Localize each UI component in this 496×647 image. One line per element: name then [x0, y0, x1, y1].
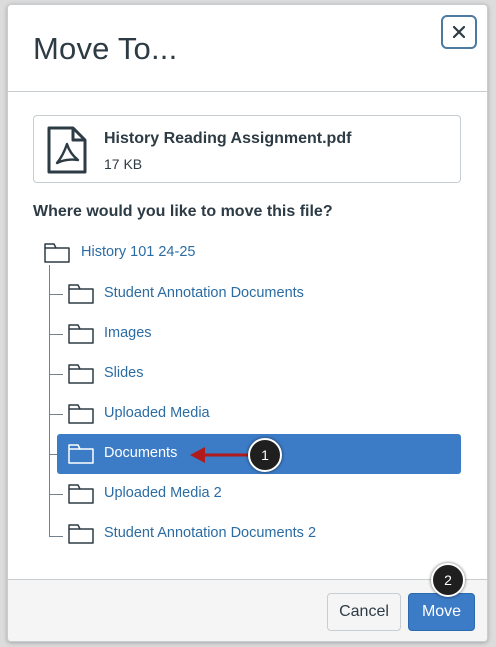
folder-icon [68, 324, 94, 344]
folder-icon [68, 444, 94, 464]
file-size: 17 KB [104, 156, 143, 172]
folder-root[interactable]: History 101 24-25 [36, 233, 456, 273]
tree-connector-line [49, 265, 50, 537]
folder-item-student-annotation-documents-2[interactable]: Student Annotation Documents 2 [57, 514, 461, 554]
folder-item-student-annotation-documents[interactable]: Student Annotation Documents [57, 274, 461, 314]
close-button[interactable] [441, 15, 477, 49]
folder-icon [68, 284, 94, 304]
folder-root-label: History 101 24-25 [81, 244, 196, 260]
folder-item-images[interactable]: Images [57, 314, 461, 354]
move-to-dialog: Move To... History Reading Assignment.pd… [7, 4, 488, 642]
folder-icon [68, 364, 94, 384]
move-question: Where would you like to move this file? [33, 203, 333, 220]
folder-label: Student Annotation Documents [104, 285, 304, 301]
folder-label: Slides [104, 365, 144, 381]
folder-label: Student Annotation Documents 2 [104, 525, 317, 541]
folder-icon [68, 404, 94, 424]
callout-badge-1: 1 [248, 438, 282, 472]
move-button[interactable]: Move [408, 593, 475, 631]
dialog-header: Move To... [8, 5, 487, 92]
folder-label: Uploaded Media [104, 405, 210, 421]
pdf-file-icon [47, 126, 87, 174]
cancel-button[interactable]: Cancel [327, 593, 401, 631]
file-name: History Reading Assignment.pdf [104, 130, 352, 147]
folder-item-uploaded-media-2[interactable]: Uploaded Media 2 [57, 474, 461, 514]
folder-label: Images [104, 325, 152, 341]
callout-arrow-icon [190, 447, 250, 463]
folder-icon [68, 484, 94, 504]
folder-item-slides[interactable]: Slides [57, 354, 461, 394]
dialog-title: Move To... [33, 31, 178, 66]
file-card: History Reading Assignment.pdf 17 KB [33, 115, 461, 183]
folder-icon [44, 243, 70, 263]
close-icon [453, 26, 465, 38]
folder-item-uploaded-media[interactable]: Uploaded Media [57, 394, 461, 434]
folder-label: Documents [104, 445, 178, 461]
folder-label: Uploaded Media 2 [104, 485, 222, 501]
callout-badge-2: 2 [431, 563, 465, 597]
folder-icon [68, 524, 94, 544]
dialog-footer: Cancel Move [8, 579, 487, 641]
